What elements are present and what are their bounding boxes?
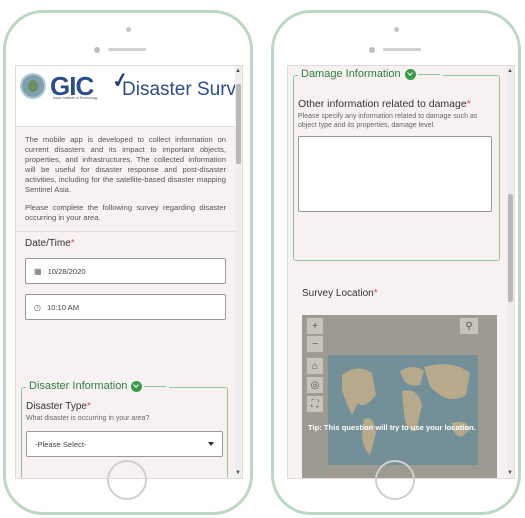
zoom-in-button[interactable]: + — [306, 317, 324, 335]
survey-location-label: Survey Location* — [302, 288, 378, 299]
disaster-type-select[interactable]: -Please Select- — [26, 431, 223, 457]
speaker-grill — [383, 48, 421, 51]
title-rule — [417, 73, 440, 75]
map-locate-button[interactable]: ◎ — [306, 376, 324, 394]
zoom-out-button[interactable]: − — [306, 335, 324, 353]
home-button[interactable] — [107, 460, 147, 500]
intro-text: The mobile app is developed to collect i… — [16, 127, 235, 223]
left-phone-frame: GIC ✓ Disaster Survey Asian Institute of… — [3, 10, 253, 515]
map-search-button[interactable]: ⚲ — [459, 317, 479, 335]
required-mark: * — [70, 238, 75, 249]
required-mark: * — [373, 288, 378, 299]
front-sensor — [369, 47, 375, 53]
speaker-grill — [108, 48, 146, 51]
logo-subtitle: Asian Institute of Technology — [53, 96, 98, 100]
left-screen: GIC ✓ Disaster Survey Asian Institute of… — [15, 65, 243, 479]
date-input[interactable]: ▦ 10/28/2020 — [25, 258, 226, 284]
chevron-down-icon — [208, 442, 214, 446]
scrollbar[interactable]: ▲ ▼ — [235, 66, 242, 478]
world-map-graphic — [302, 315, 497, 478]
camera — [394, 27, 399, 32]
damage-hint: Please specify any information related t… — [298, 113, 478, 129]
scroll-thumb[interactable] — [508, 194, 513, 302]
title-rule — [144, 385, 167, 387]
clock-icon: ◷ — [34, 302, 41, 312]
app-header: GIC ✓ Disaster Survey Asian Institute of… — [16, 66, 242, 127]
scrollbar[interactable]: ▲ ▼ — [507, 66, 514, 478]
locate-icon: ◎ — [310, 379, 320, 391]
home-button[interactable] — [375, 460, 415, 500]
location-map[interactable]: + − ⚲ ⌂ ◎ ⛶ Tip: This question will try … — [302, 315, 497, 478]
map-fullscreen-button[interactable]: ⛶ — [306, 395, 324, 413]
damage-information-title[interactable]: Damage Information — [298, 68, 443, 80]
intro-paragraph: The mobile app is developed to collect i… — [25, 135, 226, 194]
logo-product: Disaster Survey — [122, 79, 243, 100]
calendar-icon: ▦ — [34, 266, 42, 276]
datetime-question: Date/Time* ▦ 10/28/2020 ◷ 10:10 AM — [16, 232, 235, 320]
damage-question: Other information related to damage* Ple… — [294, 76, 499, 212]
date-value: 10/28/2020 — [47, 266, 86, 276]
scroll-down-arrow-icon[interactable]: ▼ — [507, 470, 513, 476]
survey-form-top: GIC ✓ Disaster Survey Asian Institute of… — [16, 66, 242, 478]
disaster-type-question: Disaster Type* What disaster is occurrin… — [22, 388, 227, 457]
damage-question-text: Other information related to damage — [298, 98, 467, 110]
required-mark: * — [86, 401, 91, 412]
fullscreen-icon: ⛶ — [311, 398, 319, 410]
survey-location-label-text: Survey Location — [302, 288, 374, 299]
damage-textarea[interactable] — [298, 136, 492, 212]
disaster-information-title[interactable]: Disaster Information — [26, 380, 170, 392]
time-input[interactable]: ◷ 10:10 AM — [25, 294, 226, 320]
datetime-label: Date/Time* — [25, 238, 226, 249]
damage-information-group: Damage Information Other information rel… — [293, 68, 500, 261]
scroll-thumb[interactable] — [236, 84, 241, 164]
disaster-type-label: Disaster Type* — [26, 401, 223, 412]
home-icon: ⌂ — [311, 360, 319, 372]
select-value: -Please Select- — [35, 439, 87, 449]
collapse-chevron-icon[interactable] — [404, 68, 416, 80]
search-icon: ⚲ — [465, 320, 473, 332]
disaster-type-label-text: Disaster Type — [26, 401, 87, 412]
scroll-up-arrow-icon[interactable]: ▲ — [507, 68, 513, 74]
scroll-up-arrow-icon[interactable]: ▲ — [235, 68, 241, 74]
time-value: 10:10 AM — [46, 302, 80, 312]
group-title-text: Damage Information — [301, 68, 401, 80]
intro-paragraph: Please complete the following survey reg… — [25, 203, 226, 222]
right-screen: Damage Information Other information rel… — [287, 65, 515, 479]
collapse-chevron-icon[interactable] — [131, 380, 143, 392]
scroll-down-arrow-icon[interactable]: ▼ — [235, 470, 241, 476]
right-phone-frame: Damage Information Other information rel… — [271, 10, 521, 515]
camera — [126, 27, 131, 32]
location-tip: Tip: This question will try to use your … — [308, 423, 476, 432]
damage-question-label: Other information related to damage* — [298, 98, 495, 110]
datetime-label-text: Date/Time — [25, 238, 71, 249]
map-home-button[interactable]: ⌂ — [306, 357, 324, 375]
front-sensor — [94, 47, 100, 53]
disaster-type-hint: What disaster is occurring in your area? — [26, 415, 150, 422]
survey-form-bottom: Damage Information Other information rel… — [288, 66, 507, 478]
group-title-text: Disaster Information — [29, 380, 128, 392]
required-mark: * — [466, 98, 471, 110]
ait-emblem-logo — [20, 73, 46, 99]
